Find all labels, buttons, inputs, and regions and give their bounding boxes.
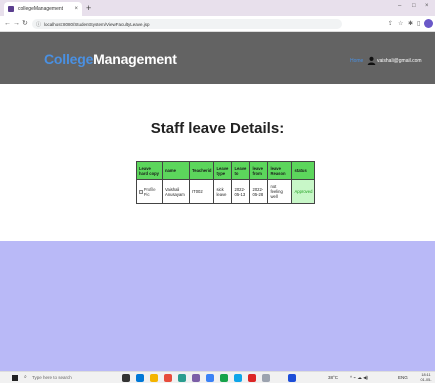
col-header-hard-copy: Leave hard copy (136, 161, 163, 180)
address-bar[interactable]: ⓘ localhost:8080/StudentSystem/ViewFacul… (32, 19, 342, 29)
clock-date: 01-05-2022 (420, 378, 432, 382)
app-icon-green[interactable] (220, 374, 228, 382)
browser-tab-strip: collegeManagement × + – □ × (0, 0, 435, 16)
leave-from-cell: 2022-05-28 (249, 179, 269, 204)
close-window-button[interactable]: × (425, 3, 429, 9)
site-header: CollegeManagement Home vaishali@gmail.co… (0, 32, 435, 84)
forward-icon[interactable]: → (13, 19, 20, 29)
browser-toolbar: ← → ↻ ⓘ localhost:8080/StudentSystem/Vie… (0, 16, 435, 32)
app-icon-blue[interactable] (206, 374, 214, 382)
leave-table: Leave hard copy name Teacherid Leave typ… (136, 161, 316, 204)
taskbar: ⌕ Type here to search 38°C ^ ⌁ ☁ ◀) ENG … (0, 371, 435, 383)
app-icon-red-2[interactable] (248, 374, 256, 382)
taskbar-clock[interactable]: 18:11 01-05-2022 (417, 373, 435, 383)
image-placeholder-icon (139, 189, 143, 194)
tray-icons[interactable]: ^ ⌁ ☁ ◀) (350, 375, 368, 381)
broken-image-icon: Profile Pic (139, 187, 160, 197)
file-explorer-icon[interactable] (136, 374, 144, 382)
new-tab-button[interactable]: + (86, 2, 91, 14)
maximize-button[interactable]: □ (412, 3, 416, 9)
back-icon[interactable]: ← (4, 19, 11, 29)
page-title: Staff leave Details: (150, 120, 285, 137)
reason-cell: not feeling well (267, 179, 293, 204)
leave-to-cell: 2022-05-13 (231, 179, 251, 204)
col-header-status: status (291, 161, 316, 180)
user-email[interactable]: vaishali@gmail.com (377, 58, 422, 64)
status-cell: Approved (291, 179, 316, 204)
brand-logo[interactable]: CollegeManagement (44, 51, 177, 67)
table-row: Profile Pic Vaishali Anusayam IT002 sick… (136, 179, 316, 204)
reload-icon[interactable]: ↻ (22, 19, 28, 29)
teacherid-cell: IT002 (188, 179, 215, 204)
minimize-button[interactable]: – (398, 3, 401, 9)
folder-icon[interactable] (150, 374, 158, 382)
taskbar-search[interactable]: Type here to search (32, 375, 72, 380)
footer-band (0, 241, 435, 371)
hard-copy-cell[interactable]: Profile Pic (136, 179, 163, 204)
tab-title: collegeManagement (18, 6, 64, 12)
col-header-leave-from: leave from (249, 161, 269, 180)
col-header-teacherid: Teacherid (188, 161, 215, 180)
app-icon-cyan[interactable] (234, 374, 242, 382)
extensions-icon[interactable]: ✱ (408, 20, 413, 28)
browser-tab[interactable]: collegeManagement × (4, 2, 82, 16)
col-header-leave-type: Leave type (213, 161, 233, 180)
star-icon[interactable]: ☆ (398, 20, 403, 28)
weather-label[interactable]: 38°C (328, 375, 338, 380)
language-label[interactable]: ENG (398, 375, 408, 380)
task-view-icon[interactable] (122, 374, 130, 382)
image-alt-text: Profile Pic (143, 186, 156, 197)
col-header-leave-reason: leave Reason (267, 161, 293, 180)
windows-start-icon[interactable] (12, 375, 18, 381)
share-icon[interactable]: ⇪ (388, 20, 393, 28)
user-icon (367, 56, 376, 65)
brand-part2: Management (93, 51, 177, 67)
col-header-name: name (162, 161, 190, 180)
name-cell: Vaishali Anusayam (162, 179, 190, 204)
url-text: localhost:8080/StudentSystem/ViewFaculty… (44, 21, 150, 27)
brand-part1: College (44, 51, 94, 67)
sidebar-icon[interactable]: ▯ (417, 20, 420, 28)
leave-type-cell: sick leave (213, 179, 233, 204)
app-icon-gray[interactable] (262, 374, 270, 382)
col-header-leave-to: Leave to (231, 161, 251, 180)
app-icon-purple[interactable] (192, 374, 200, 382)
table-header-row: Leave hard copy name Teacherid Leave typ… (136, 161, 316, 180)
chrome-icon[interactable] (288, 374, 296, 382)
favicon-icon (8, 6, 14, 12)
nav-home-link[interactable]: Home (350, 58, 363, 64)
search-icon[interactable]: ⌕ (24, 374, 27, 380)
app-icon-teal[interactable] (178, 374, 186, 382)
info-icon[interactable]: ⓘ (36, 21, 41, 28)
close-tab-icon[interactable]: × (74, 6, 78, 12)
app-icon-red[interactable] (164, 374, 172, 382)
profile-icon[interactable] (424, 19, 433, 28)
